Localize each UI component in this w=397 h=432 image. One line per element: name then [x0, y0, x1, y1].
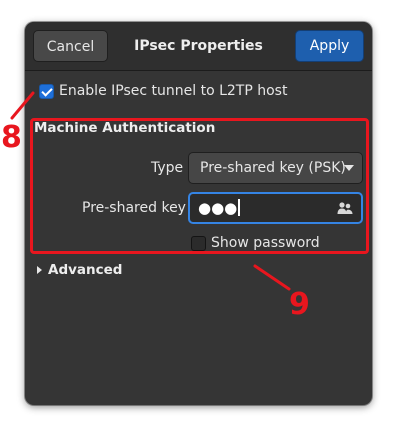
page: Cancel IPsec Properties Apply Enable IPs…: [0, 0, 397, 432]
text-cursor: [238, 199, 241, 216]
pre-shared-key-input[interactable]: ●●●: [188, 192, 363, 224]
password-storage-users-icon[interactable]: [337, 201, 353, 215]
show-password-label[interactable]: Show password: [211, 235, 320, 251]
auth-type-dropdown[interactable]: Pre-shared key (PSK): [188, 152, 363, 184]
cancel-button[interactable]: Cancel: [33, 30, 108, 62]
annotation-marker-8: 8: [1, 120, 22, 155]
enable-ipsec-label[interactable]: Enable IPsec tunnel to L2TP host: [59, 83, 287, 99]
show-password-row[interactable]: Show password: [191, 234, 320, 252]
apply-button[interactable]: Apply: [295, 30, 364, 62]
ipsec-properties-dialog: Cancel IPsec Properties Apply Enable IPs…: [25, 22, 372, 405]
auth-type-value: Pre-shared key (PSK): [200, 160, 346, 176]
machine-authentication-heading: Machine Authentication: [34, 120, 216, 136]
advanced-label[interactable]: Advanced: [48, 262, 122, 278]
dialog-header: Cancel IPsec Properties Apply: [25, 22, 372, 71]
pre-shared-key-label: Pre-shared key: [82, 200, 186, 216]
annotation-marker-9: 9: [289, 287, 310, 322]
pre-shared-key-masked-value: ●●●: [198, 194, 241, 222]
type-label: Type: [151, 160, 184, 176]
expander-arrow-icon: [37, 266, 42, 274]
dialog-title: IPsec Properties: [134, 38, 263, 54]
advanced-expander[interactable]: Advanced: [37, 261, 122, 279]
enable-ipsec-checkbox[interactable]: [39, 83, 54, 99]
dropdown-arrow-icon: [344, 165, 354, 171]
show-password-checkbox[interactable]: [191, 235, 206, 251]
enable-ipsec-row[interactable]: Enable IPsec tunnel to L2TP host: [39, 82, 287, 100]
